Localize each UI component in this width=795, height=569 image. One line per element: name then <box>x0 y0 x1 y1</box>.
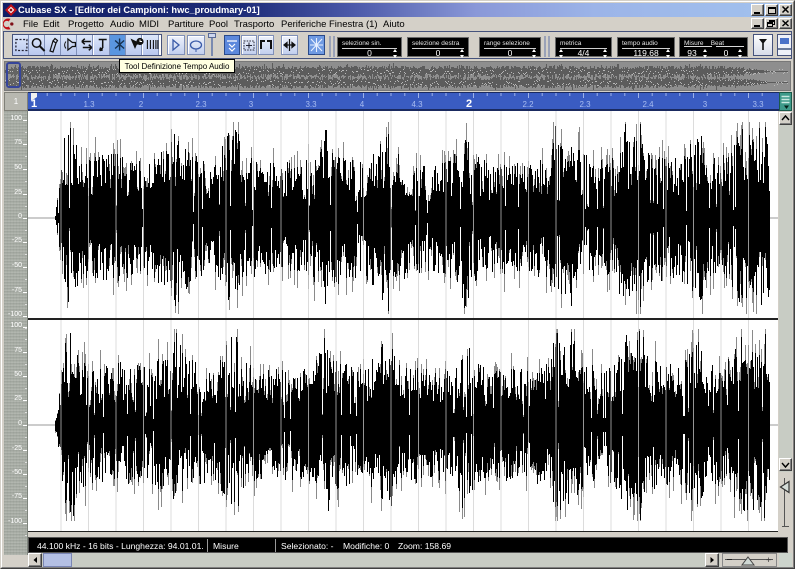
svg-text:2.2: 2.2 <box>522 100 534 109</box>
svg-text:4.3: 4.3 <box>411 100 423 109</box>
svg-text:3.3: 3.3 <box>305 100 317 109</box>
svg-text:3.3: 3.3 <box>752 100 764 109</box>
svg-text:2: 2 <box>139 100 144 109</box>
svg-text:3: 3 <box>703 100 708 109</box>
svg-text:2.3: 2.3 <box>579 100 591 109</box>
svg-text:3: 3 <box>249 100 254 109</box>
svg-text:1.3: 1.3 <box>83 100 95 109</box>
svg-text:2.4: 2.4 <box>642 100 654 109</box>
svg-text:2.3: 2.3 <box>195 100 207 109</box>
svg-text:2: 2 <box>466 98 472 110</box>
svg-text:4: 4 <box>360 100 365 109</box>
